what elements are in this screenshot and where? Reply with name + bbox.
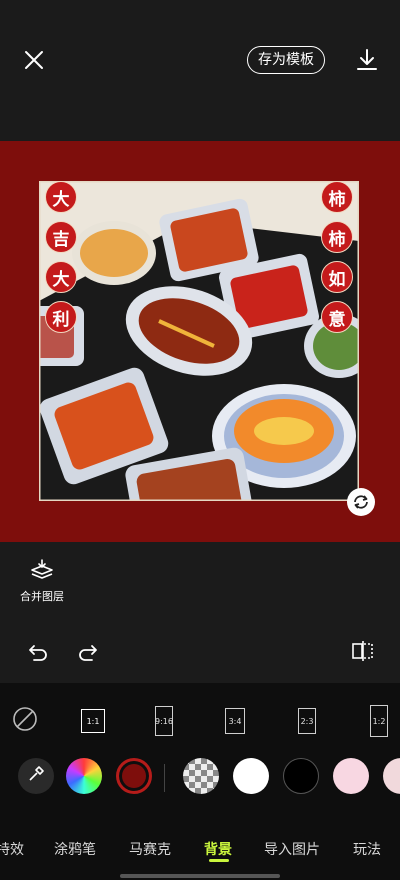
- layers-icon: [29, 559, 55, 584]
- undo-icon[interactable]: [26, 640, 50, 664]
- black-swatch[interactable]: [283, 758, 319, 794]
- color-swatch-row: [0, 756, 400, 796]
- top-bar: 存为模板: [0, 0, 400, 120]
- light-pink-swatch[interactable]: [383, 758, 400, 794]
- ratio-1-1-button[interactable]: 1:1: [80, 705, 106, 737]
- left-greeting-badges: 大 吉 大 利: [45, 181, 77, 333]
- merge-layers-button[interactable]: 合并图层: [16, 558, 68, 608]
- greeting-char: 大: [45, 261, 77, 293]
- tab-doodle[interactable]: 涂鸦笔: [54, 839, 96, 859]
- ratio-9-16-button[interactable]: 9:16: [154, 705, 174, 737]
- save-template-button[interactable]: 存为模板: [247, 46, 325, 74]
- greeting-char: 利: [45, 301, 77, 333]
- transparent-swatch[interactable]: [183, 758, 219, 794]
- redo-icon[interactable]: [76, 640, 100, 664]
- color-wheel-button[interactable]: [66, 758, 102, 794]
- home-indicator: [120, 874, 280, 878]
- ratio-label: 1:2: [370, 705, 388, 737]
- greeting-char: 大: [45, 181, 77, 213]
- greeting-char: 吉: [45, 221, 77, 253]
- tab-gameplay[interactable]: 玩法: [353, 839, 381, 859]
- tab-effects[interactable]: 特效: [0, 839, 24, 859]
- replace-image-icon[interactable]: [347, 488, 375, 516]
- tab-mosaic[interactable]: 马赛克: [129, 839, 171, 859]
- active-tab-indicator: [209, 859, 229, 862]
- download-icon[interactable]: [354, 47, 380, 73]
- pink-swatch[interactable]: [333, 758, 369, 794]
- selected-color-swatch[interactable]: [116, 758, 152, 794]
- greeting-char: 柿: [321, 221, 353, 253]
- eyedropper-button[interactable]: [18, 758, 54, 794]
- canvas-area[interactable]: 大 吉 大 利 柿 柿 如 意: [0, 141, 400, 542]
- none-icon: [12, 706, 38, 736]
- tab-background[interactable]: 背景: [204, 839, 232, 859]
- ratio-label: 3:4: [225, 708, 245, 734]
- greeting-char: 意: [321, 301, 353, 333]
- close-icon[interactable]: [22, 48, 46, 72]
- tab-import-image[interactable]: 导入图片: [264, 839, 320, 859]
- swatch-divider: [164, 764, 165, 792]
- ratio-label: 1:1: [81, 709, 105, 733]
- ratio-label: 9:16: [155, 706, 173, 736]
- greeting-char: 柿: [321, 181, 353, 213]
- ratio-1-2-button[interactable]: 1:2: [369, 705, 389, 737]
- compare-icon[interactable]: [350, 638, 376, 664]
- aspect-ratio-row: 1:1 9:16 3:4 2:3 1:2: [0, 705, 400, 737]
- greeting-char: 如: [321, 261, 353, 293]
- bottom-panel: 1:1 9:16 3:4 2:3 1:2 特效 涂鸦笔 马赛克 背景 导入图片 …: [0, 683, 400, 880]
- tool-tabs: 特效 涂鸦笔 马赛克 背景 导入图片 玩法: [0, 833, 400, 863]
- ratio-none-button[interactable]: [10, 705, 40, 737]
- right-greeting-badges: 柿 柿 如 意: [321, 181, 353, 333]
- merge-layers-label: 合并图层: [20, 590, 64, 603]
- ratio-2-3-button[interactable]: 2:3: [297, 705, 317, 737]
- ratio-3-4-button[interactable]: 3:4: [225, 705, 245, 737]
- eyedropper-icon: [27, 765, 45, 787]
- ratio-label: 2:3: [298, 708, 316, 734]
- white-swatch[interactable]: [233, 758, 269, 794]
- food-photo[interactable]: [39, 181, 359, 501]
